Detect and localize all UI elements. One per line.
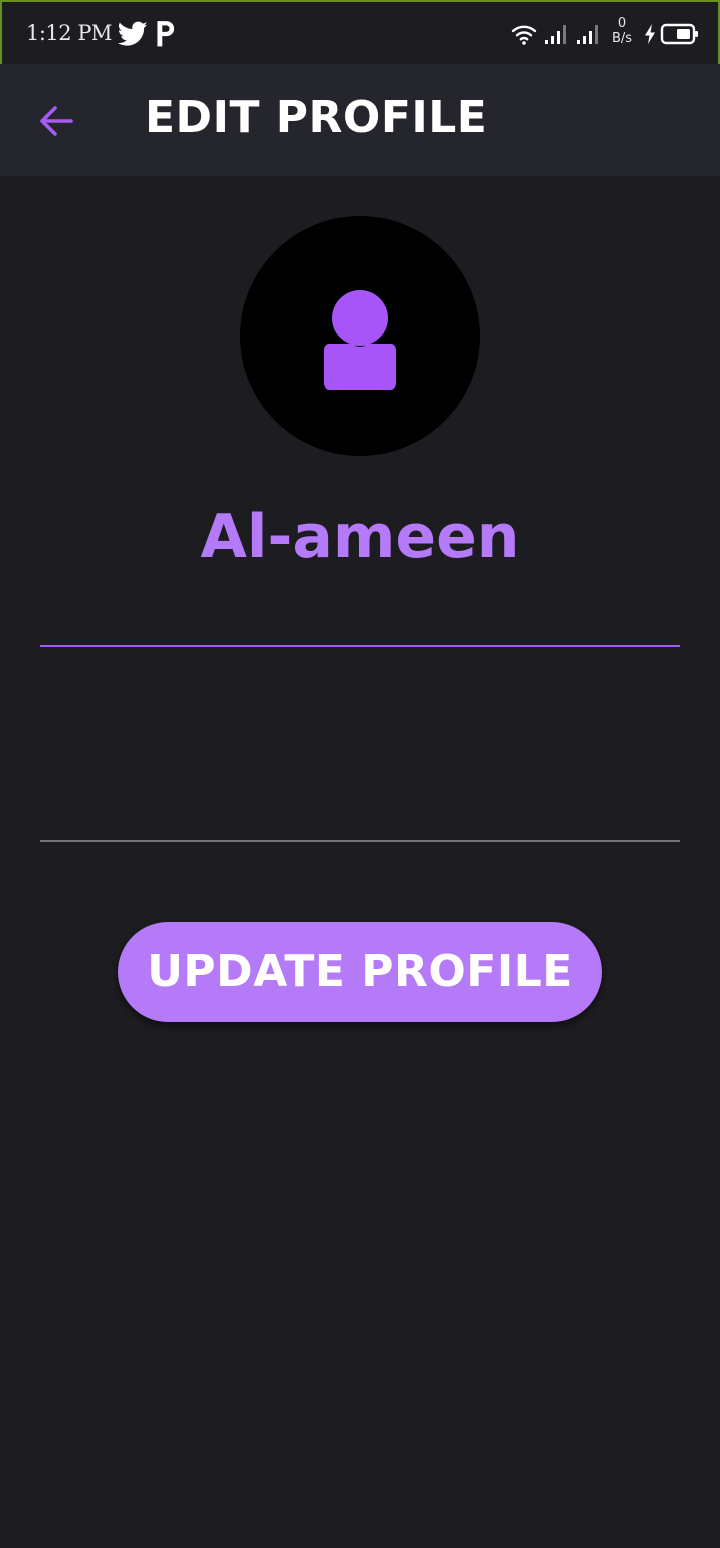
back-button[interactable]: [26, 90, 86, 150]
avatar[interactable]: [240, 216, 480, 456]
signal-icon: [577, 25, 598, 44]
net-speed-unit: B/s: [611, 31, 633, 46]
net-speed-value: 0: [617, 16, 627, 31]
secondary-input[interactable]: [40, 782, 680, 842]
name-input[interactable]: [40, 587, 680, 647]
status-bar: 1:12 PM 0 B/s: [0, 0, 720, 64]
net-speed: 0 B/s: [608, 16, 636, 46]
arrow-left-icon: [40, 106, 73, 136]
update-profile-button[interactable]: UPDATE PROFILE: [118, 922, 602, 1022]
status-time: 1:12 PM: [26, 21, 112, 45]
signal-icon: [545, 25, 566, 44]
battery-icon: [660, 23, 698, 45]
edit-profile-screen: 1:12 PM 0 B/s EDIT PROFILE Al-ameen UPDA…: [0, 0, 720, 1548]
twitter-icon: [118, 21, 148, 46]
profile-name: Al-ameen: [200, 502, 520, 572]
p-icon: [157, 21, 175, 47]
charging-icon: [645, 24, 655, 44]
page-title: EDIT PROFILE: [145, 92, 488, 143]
app-bar: EDIT PROFILE: [0, 64, 720, 176]
wifi-icon: [511, 25, 537, 45]
user-icon: [324, 290, 396, 390]
